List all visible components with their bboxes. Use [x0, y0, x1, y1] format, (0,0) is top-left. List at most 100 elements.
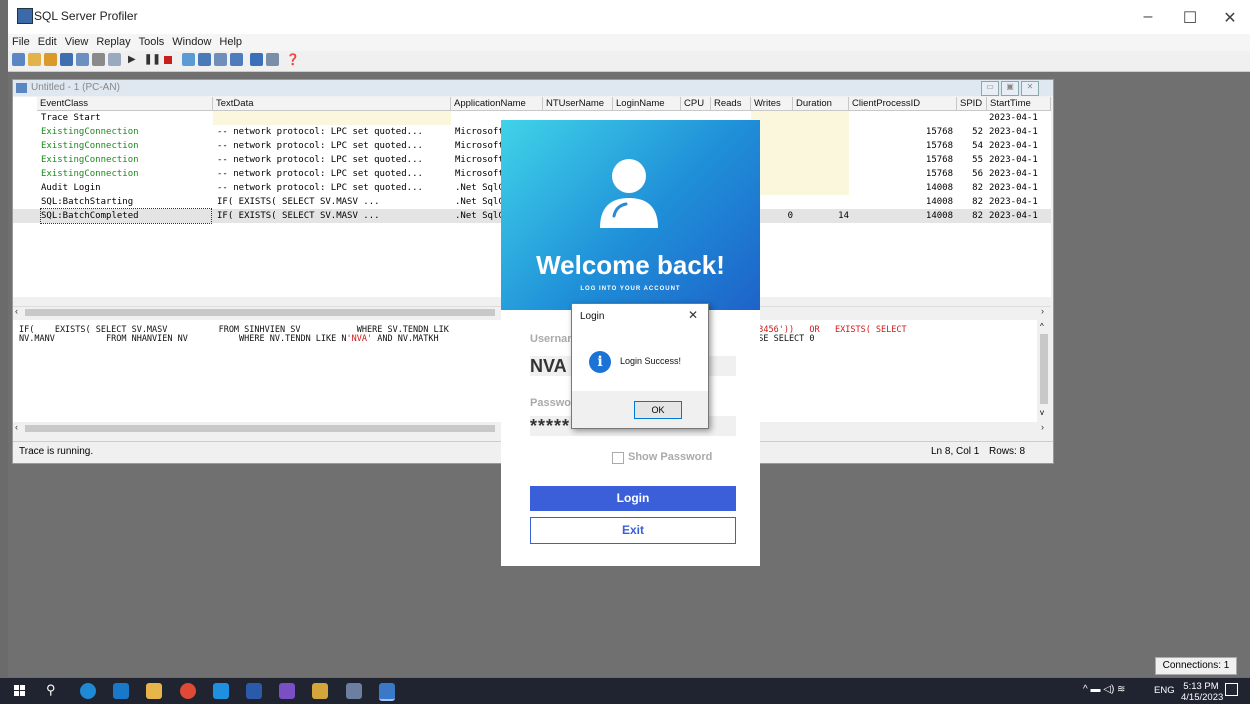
col-applicationname[interactable]: ApplicationName [451, 97, 543, 111]
maximize-button[interactable]: ☐ [1170, 8, 1210, 28]
stop-icon[interactable] [164, 56, 172, 64]
trace-cell-duration: 14 [838, 211, 849, 221]
trace-close-button[interactable]: ✕ [1021, 81, 1039, 96]
col-spid[interactable]: SPID [957, 97, 987, 111]
menu-edit[interactable]: Edit [34, 34, 61, 48]
clear-icon[interactable] [108, 53, 121, 66]
trace-restore-button[interactable]: ▣ [1001, 81, 1019, 96]
scroll-right-icon-2[interactable]: › [1041, 422, 1044, 432]
search-icon[interactable]: ⚲ [46, 682, 56, 698]
textpane-vertical-scrollbar[interactable]: ^ v [1037, 320, 1051, 422]
connections-status: Connections: 1 [1155, 657, 1237, 675]
login-app-taskbar-icon[interactable] [379, 683, 395, 701]
scrollbar-thumb[interactable] [25, 309, 495, 316]
trace-cell-start: 2023-04-1 [989, 127, 1038, 137]
exit-button[interactable]: Exit [530, 517, 736, 544]
edge-icon[interactable] [80, 683, 96, 699]
trace-cell-event: Audit Login [41, 183, 101, 193]
close-button[interactable]: ✕ [1210, 8, 1250, 28]
events-selection-icon[interactable] [182, 53, 195, 66]
col-ntusername[interactable]: NTUserName [543, 97, 613, 111]
col-starttime[interactable]: StartTime [987, 97, 1051, 111]
col-duration[interactable]: Duration [793, 97, 849, 111]
trace-cell-writes [755, 111, 793, 125]
col-textdata[interactable]: TextData [213, 97, 451, 111]
chrome-icon[interactable] [180, 683, 196, 699]
menu-view[interactable]: View [61, 34, 93, 48]
username-value: NVA [530, 356, 567, 376]
trace-cell-text: -- network protocol: LPC set quoted... [217, 169, 423, 179]
ok-button[interactable]: OK [634, 401, 682, 419]
pause-icon[interactable]: ❚❚ [144, 54, 161, 65]
trace-cell-text: IF( EXISTS( SELECT SV.MASV ... [217, 211, 380, 221]
menu-window[interactable]: Window [168, 34, 215, 48]
trace-cell-spid: 56 [972, 169, 983, 179]
scroll-left-icon-2[interactable]: ‹ [15, 422, 18, 432]
scroll-up-icon[interactable]: ^ [1040, 322, 1044, 331]
msgbox-close-button[interactable]: ✕ [688, 308, 698, 322]
file-explorer-icon[interactable] [146, 683, 162, 699]
title-bar: SQL Server Profiler – ☐ ✕ [8, 0, 1250, 34]
col-cpu[interactable]: CPU [681, 97, 711, 111]
cursor-position: Ln 8, Col 1 [931, 446, 980, 457]
row-count: Rows: 8 [989, 446, 1026, 457]
find-icon[interactable] [92, 53, 105, 66]
properties-icon[interactable] [76, 53, 89, 66]
clock-date: 4/15/2023 [1181, 692, 1224, 703]
trace-cell-duration [797, 181, 849, 195]
scroll-left-icon[interactable]: ‹ [15, 306, 18, 316]
help-icon[interactable]: ❓ [286, 53, 300, 66]
trace-cell-text: -- network protocol: LPC set quoted... [217, 127, 423, 137]
notification-icon[interactable] [1225, 683, 1238, 696]
visual-studio-icon[interactable] [279, 683, 295, 699]
taskbar-clock[interactable]: 5:13 PM 4/15/2023 [1181, 681, 1224, 703]
trace-cell-cpid: 15768 [925, 141, 953, 151]
trace-cell-duration [797, 111, 849, 125]
scrollbar-thumb-2[interactable] [25, 425, 495, 432]
run-icon[interactable]: ▶ [128, 54, 136, 65]
tuning-advisor-icon[interactable] [230, 53, 243, 66]
save-icon[interactable] [60, 53, 73, 66]
scroll-down-icon[interactable]: v [1040, 408, 1044, 417]
trace-cell-cpid: 15768 [925, 155, 953, 165]
sql-nva-literal: 'NVA' [346, 334, 373, 344]
autoscroll-icon[interactable] [198, 53, 211, 66]
menu-tools[interactable]: Tools [135, 34, 169, 48]
password-value: ***** [530, 416, 571, 436]
trace-cell-start: 2023-04-1 [989, 155, 1038, 165]
word-icon[interactable] [246, 683, 262, 699]
menu-replay[interactable]: Replay [92, 34, 134, 48]
menu-file[interactable]: File [8, 34, 34, 48]
new-trace-icon[interactable] [12, 53, 25, 66]
col-reads[interactable]: Reads [711, 97, 751, 111]
paint-icon[interactable] [312, 683, 328, 699]
open-file-icon[interactable] [44, 53, 57, 66]
col-loginname[interactable]: LoginName [613, 97, 681, 111]
scroll-right-icon[interactable]: › [1041, 306, 1044, 316]
col-clientprocessid[interactable]: ClientProcessID [849, 97, 957, 111]
system-tray-icons[interactable]: ^ ▬ ◁) ≋ [1083, 684, 1125, 695]
trace-cell-writes [755, 167, 793, 181]
performance-icon[interactable] [250, 53, 263, 66]
login-button[interactable]: Login [530, 486, 736, 511]
options-icon[interactable] [266, 53, 279, 66]
trace-cell-duration [797, 125, 849, 139]
new-template-icon[interactable] [28, 53, 41, 66]
trace-minimize-button[interactable]: ▭ [981, 81, 999, 96]
windows-start-icon[interactable] [14, 685, 26, 697]
sql-profiler-taskbar-icon[interactable] [346, 683, 362, 699]
login-banner: Welcome back! LOG INTO YOUR ACCOUNT [501, 120, 760, 310]
col-eventclass[interactable]: EventClass [37, 97, 213, 111]
minimize-button[interactable]: – [1128, 8, 1168, 26]
language-indicator[interactable]: ENG [1154, 685, 1175, 696]
mail-icon[interactable] [113, 683, 129, 699]
activity-monitor-icon[interactable] [214, 53, 227, 66]
windows-taskbar: ⚲ ^ ▬ ◁) ≋ ENG [0, 678, 1250, 704]
col-writes[interactable]: Writes [751, 97, 793, 111]
vscode-icon[interactable] [213, 683, 229, 699]
trace-cell-cpid: 14008 [925, 211, 953, 221]
vscroll-thumb[interactable] [1040, 334, 1048, 404]
trace-cell-start: 2023-04-1 [989, 183, 1038, 193]
menu-help[interactable]: Help [215, 34, 246, 48]
show-password-checkbox[interactable] [612, 452, 624, 464]
